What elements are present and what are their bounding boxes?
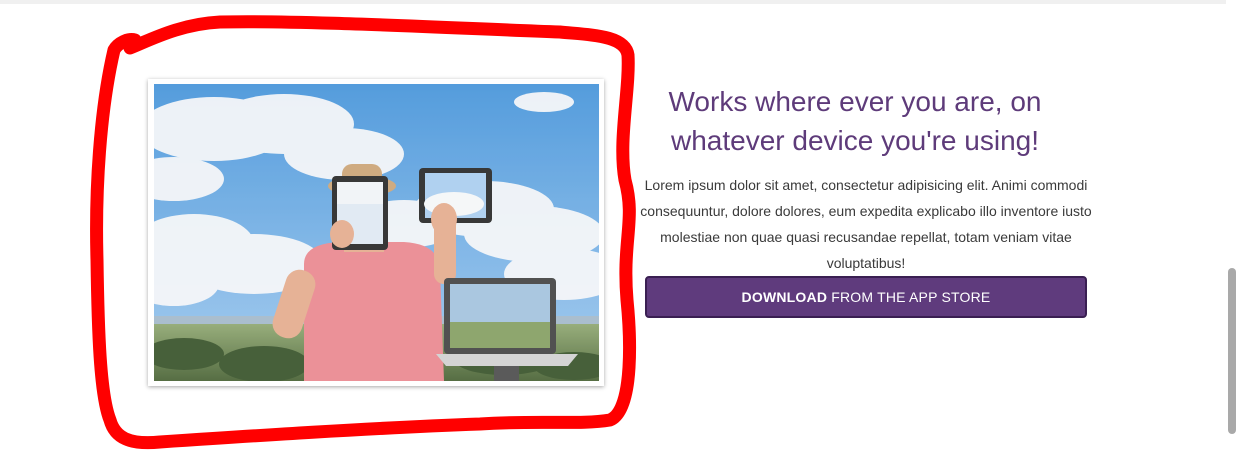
section-headline: Works where ever you are, on whatever de… bbox=[668, 86, 1042, 156]
hero-image-illustration bbox=[154, 84, 599, 381]
scrollbar-thumb[interactable] bbox=[1228, 268, 1236, 434]
download-button-label: FROM THE APP STORE bbox=[827, 289, 991, 305]
hero-image bbox=[154, 84, 599, 381]
download-app-store-button[interactable]: DOWNLOAD FROM THE APP STORE bbox=[645, 276, 1087, 318]
download-button-bold-label: DOWNLOAD bbox=[741, 289, 828, 305]
section-description: Lorem ipsum dolor sit amet, consectetur … bbox=[640, 177, 1092, 271]
top-divider bbox=[0, 0, 1238, 4]
